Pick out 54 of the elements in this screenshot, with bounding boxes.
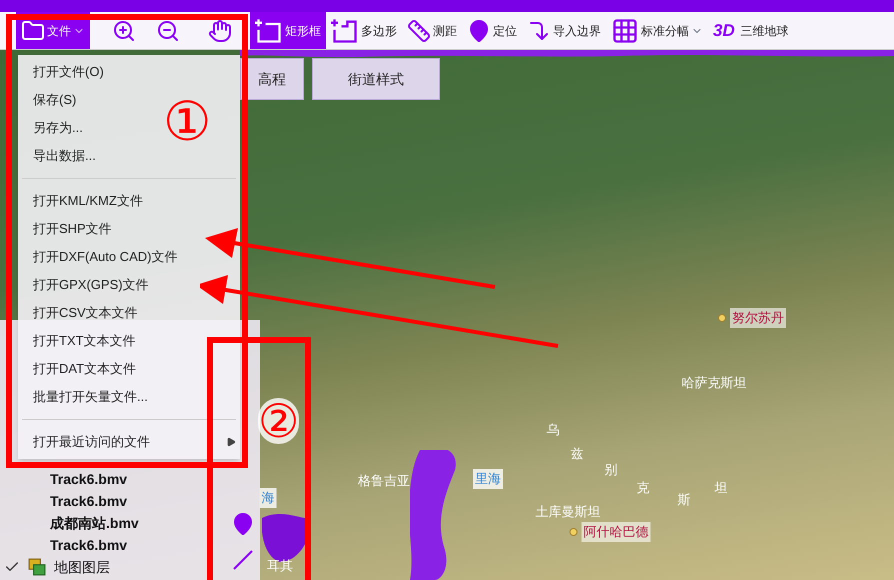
- menu-item[interactable]: 导出数据...: [33, 146, 96, 166]
- menu-item[interactable]: 打开GPX(GPS)文件: [33, 275, 149, 295]
- submenu-arrow-icon: [226, 437, 236, 447]
- line-icon[interactable]: [230, 548, 254, 572]
- grid-icon: [611, 16, 639, 44]
- polygon-icon: [331, 16, 359, 44]
- map-label: 海: [260, 488, 276, 508]
- map-label: 阿什哈巴德: [582, 522, 650, 542]
- toolbar-button[interactable]: 标准分幅: [606, 12, 708, 49]
- map-label: 乌: [546, 421, 560, 439]
- map-label: 克: [636, 479, 650, 497]
- toolbar-button[interactable]: 定位: [462, 12, 522, 49]
- menu-item[interactable]: 打开DXF(Auto CAD)文件: [33, 247, 178, 267]
- menu-item[interactable]: 批量打开矢量文件...: [33, 387, 148, 407]
- menu-item[interactable]: 打开DAT文本文件: [33, 359, 136, 379]
- map-label: 努尔苏丹: [730, 308, 786, 328]
- menu-item[interactable]: 另存为...: [33, 118, 83, 138]
- menu-item[interactable]: 打开最近访问的文件: [18, 428, 240, 456]
- 3d-icon: 3D: [713, 18, 735, 44]
- layer-item[interactable]: Track6.bmv: [50, 490, 128, 512]
- map-label: 斯: [678, 491, 690, 509]
- map-label: 耳其: [267, 557, 293, 575]
- ruler-icon: [407, 18, 431, 42]
- menu-item[interactable]: 打开CSV文本文件: [33, 303, 138, 323]
- map-label: 土库曼斯坦: [536, 503, 600, 521]
- zoom-in-icon: [112, 18, 136, 42]
- menu-item[interactable]: 打开SHP文件: [33, 219, 112, 239]
- toolbar-button[interactable]: 测距: [402, 12, 462, 49]
- toolbar-button[interactable]: 矩形框: [250, 12, 326, 49]
- map-pin-icon: [467, 18, 491, 42]
- toolbar-button[interactable]: 多边形: [326, 12, 402, 49]
- map-label: 格鲁吉亚: [358, 472, 410, 490]
- map-label: 兹: [570, 445, 584, 463]
- map-style-tab[interactable]: 高程: [240, 58, 304, 100]
- menu-item[interactable]: 打开KML/KMZ文件: [33, 191, 143, 211]
- folder-icon: [21, 18, 45, 42]
- annotation-number: ①: [163, 95, 211, 149]
- layer-item[interactable]: Track6.bmv: [50, 534, 128, 556]
- map-label: 里海: [473, 469, 503, 488]
- toolbar-button[interactable]: 3D 三维地球: [708, 12, 794, 49]
- layer-item[interactable]: Track6.bmv: [50, 468, 128, 490]
- map-label: 哈萨克斯坦: [682, 374, 746, 392]
- toolbar-button[interactable]: 导入边界: [522, 12, 606, 49]
- menu-item[interactable]: 打开文件(O): [33, 62, 104, 82]
- zoom-out-icon: [156, 18, 180, 42]
- layers-icon: [28, 558, 46, 576]
- layer-item[interactable]: 地图图层: [54, 556, 110, 578]
- map-label: 别: [604, 461, 618, 479]
- layer-item[interactable]: 成都南站.bmv: [50, 512, 139, 534]
- menu-item[interactable]: 打开TXT文本文件: [33, 331, 136, 351]
- map-style-tab[interactable]: 街道样式: [312, 58, 440, 100]
- menu-item[interactable]: 保存(S): [33, 90, 76, 110]
- map-label: 坦: [714, 479, 728, 497]
- hand-icon: [208, 18, 232, 42]
